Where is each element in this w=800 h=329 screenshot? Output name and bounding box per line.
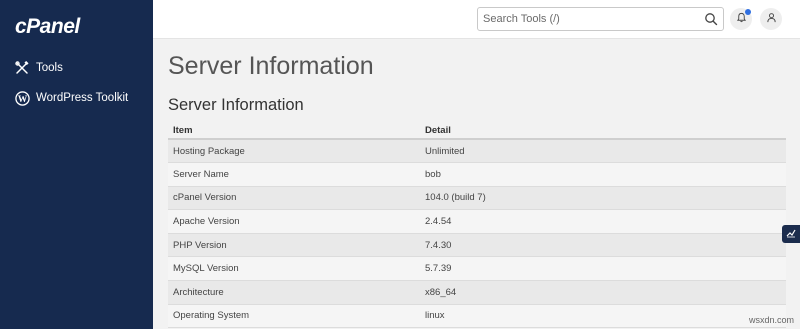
cell-detail: 2.4.54 [420,209,786,234]
main-content: Server Information Server Information It… [153,40,800,329]
table-row: Hosting Package Unlimited [168,139,786,164]
cell-detail: 7.4.30 [420,233,786,258]
cell-item: Architecture [168,280,420,305]
section-title: Server Information [168,96,304,114]
search-input[interactable] [478,8,698,30]
user-menu-button[interactable] [760,8,782,30]
table-row: Operating System linux [168,304,786,329]
table-row: Architecture x86_64 [168,280,786,305]
cell-item: Apache Version [168,209,420,234]
page-title: Server Information [168,52,374,80]
table-row: Server Name bob [168,162,786,187]
cell-item: Operating System [168,304,420,329]
cell-detail: 5.7.39 [420,256,786,282]
table-row: cPanel Version 104.0 (build 7) [168,186,786,211]
cpanel-logo[interactable]: cPanel [15,15,80,39]
table-row: MySQL Version 5.7.39 [168,256,786,282]
cell-item: cPanel Version [168,186,420,211]
cell-detail: 104.0 (build 7) [420,186,786,211]
cell-detail: bob [420,162,786,187]
table-header-row: Item Detail [168,122,786,140]
column-header-detail: Detail [420,122,786,140]
sidebar-item-tools[interactable]: Tools [14,58,63,78]
server-info-table: Item Detail Hosting Package Unlimited Se… [168,122,786,329]
notifications-button[interactable] [730,8,752,30]
sidebar-item-wordpress-toolkit[interactable]: W WordPress Toolkit [14,88,128,108]
sidebar-item-label: WordPress Toolkit [36,92,129,104]
cell-item: Hosting Package [168,139,420,164]
cell-detail: linux [420,304,786,329]
cell-item: PHP Version [168,233,420,258]
column-header-item: Item [168,122,420,140]
notification-dot [745,9,751,15]
cell-item: MySQL Version [168,256,420,282]
analytics-tab-button[interactable] [782,225,800,243]
cell-detail: x86_64 [420,280,786,305]
watermark: wsxdn.com [748,315,794,325]
sidebar-item-label: Tools [36,62,63,74]
search-box [477,7,724,31]
cell-item: Server Name [168,162,420,187]
svg-text:W: W [17,94,27,104]
wordpress-icon: W [14,90,30,106]
tools-icon [14,60,30,76]
top-bar [153,0,800,39]
chart-icon [786,225,796,243]
cell-detail: Unlimited [420,139,786,164]
table-row: PHP Version 7.4.30 [168,233,786,258]
user-icon [766,10,777,28]
search-icon[interactable] [704,12,718,26]
table-row: Apache Version 2.4.54 [168,209,786,234]
sidebar: cPanel Tools W WordPress Toolkit [0,0,153,329]
